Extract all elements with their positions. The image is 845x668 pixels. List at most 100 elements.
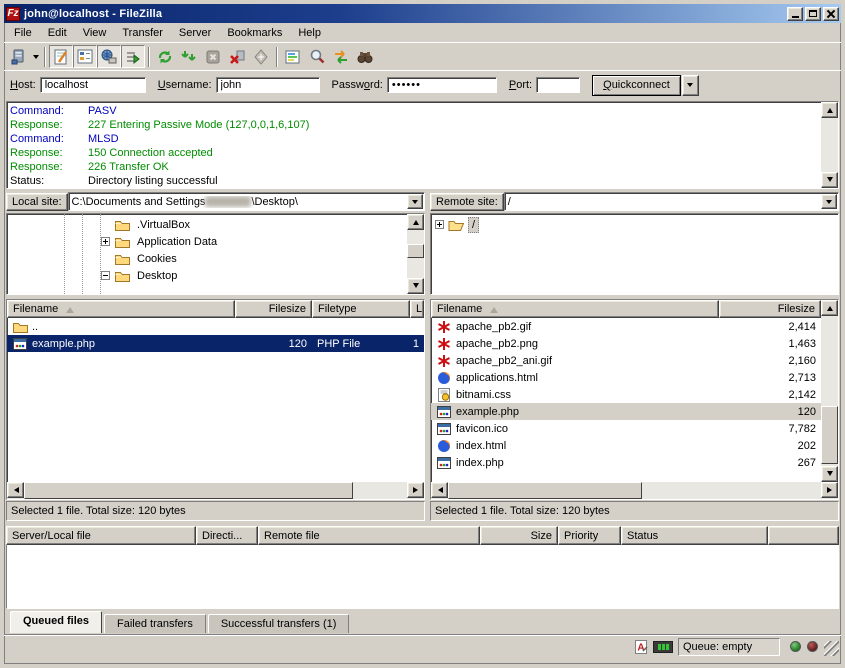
column-header-remote-file[interactable]: Remote file xyxy=(258,526,480,545)
column-header-filename[interactable]: Filename xyxy=(431,300,719,318)
ascii-letter: A xyxy=(637,642,644,653)
host-input[interactable] xyxy=(40,77,146,93)
expand-plus-icon[interactable] xyxy=(435,220,444,229)
column-header-priority[interactable]: Priority xyxy=(558,526,621,545)
file-row[interactable]: favicon.ico 7,782 xyxy=(431,420,821,437)
tree-guide xyxy=(82,214,83,294)
transfer-type-indicator-icon[interactable]: A xyxy=(632,639,650,655)
find-files-button[interactable] xyxy=(353,45,377,68)
username-input[interactable] xyxy=(216,77,320,93)
scroll-thumb[interactable] xyxy=(407,244,424,258)
scroll-up-button[interactable] xyxy=(821,102,838,118)
reconnect-button[interactable] xyxy=(249,45,273,68)
menu-view[interactable]: View xyxy=(75,25,115,41)
file-row[interactable]: apache_pb2.gif 2,414 xyxy=(431,318,821,335)
menu-edit[interactable]: Edit xyxy=(40,25,75,41)
column-header-direction[interactable]: Directi... xyxy=(196,526,258,545)
file-row[interactable]: apache_pb2_ani.gif 2,160 xyxy=(431,352,821,369)
port-input[interactable] xyxy=(536,77,580,93)
scroll-thumb[interactable] xyxy=(821,406,838,464)
file-row[interactable]: applications.html 2,713 xyxy=(431,369,821,386)
remote-list-scrollbar[interactable] xyxy=(821,300,838,482)
file-row-parent-dir[interactable]: .. xyxy=(7,318,424,335)
scroll-up-button[interactable] xyxy=(821,300,838,316)
process-queue-button[interactable] xyxy=(177,45,201,68)
tab-failed-transfers[interactable]: Failed transfers xyxy=(104,614,206,633)
tree-item-root[interactable]: / xyxy=(431,216,838,233)
scroll-thumb[interactable] xyxy=(24,482,353,499)
site-manager-dropdown[interactable] xyxy=(30,45,41,68)
html-file-icon xyxy=(436,371,452,385)
local-list-hscrollbar[interactable] xyxy=(7,482,424,499)
tree-item-application-data[interactable]: Application Data xyxy=(7,233,424,250)
quickconnect-button[interactable]: Quickconnect xyxy=(592,75,681,96)
tab-queued-files[interactable]: Queued files xyxy=(10,611,102,633)
scroll-left-button[interactable] xyxy=(431,482,448,498)
local-directory-tree[interactable]: .VirtualBox Application Data Cookies xyxy=(6,213,425,295)
scroll-down-button[interactable] xyxy=(821,172,838,188)
file-row-example-php[interactable]: example.php 120 xyxy=(431,403,821,420)
log-scrollbar[interactable] xyxy=(821,102,838,188)
column-header-filename[interactable]: Filename xyxy=(7,300,235,318)
file-row[interactable]: index.html 202 xyxy=(431,437,821,454)
column-header-filetype[interactable]: Filetype xyxy=(312,300,410,318)
toggle-remote-tree-button[interactable] xyxy=(97,45,121,68)
remote-directory-tree[interactable]: / xyxy=(430,213,839,295)
file-row[interactable]: bitnami.css 2,142 xyxy=(431,386,821,403)
collapse-minus-icon[interactable] xyxy=(101,271,110,280)
tree-item-cookies[interactable]: Cookies xyxy=(7,250,424,267)
file-row[interactable]: apache_pb2.png 1,463 xyxy=(431,335,821,352)
remote-list-hscrollbar[interactable] xyxy=(431,482,838,499)
remote-list-body[interactable]: apache_pb2.gif 2,414 apache_pb2.png 1,46… xyxy=(431,318,821,482)
expand-plus-icon[interactable] xyxy=(101,237,110,246)
remote-site-combo[interactable]: / xyxy=(504,192,839,211)
tab-successful-transfers[interactable]: Successful transfers (1) xyxy=(208,614,350,633)
speed-limit-indicator-icon[interactable] xyxy=(653,641,673,653)
local-site-dropdown[interactable] xyxy=(407,194,423,209)
quickconnect-dropdown[interactable] xyxy=(682,75,699,96)
column-header-status[interactable]: Status xyxy=(621,526,768,545)
refresh-button[interactable] xyxy=(153,45,177,68)
tree-item-desktop[interactable]: Desktop xyxy=(7,267,424,284)
file-row-example-php[interactable]: example.php 120 PHP File 1 xyxy=(7,335,424,352)
menu-file[interactable]: File xyxy=(6,25,40,41)
disconnect-button[interactable] xyxy=(225,45,249,68)
scroll-right-button[interactable] xyxy=(821,482,838,498)
local-list-body[interactable]: .. example.php 120 PHP File 1 xyxy=(7,318,424,482)
cancel-operation-button[interactable] xyxy=(201,45,225,68)
local-tree-scrollbar[interactable] xyxy=(407,214,424,294)
menu-bookmarks[interactable]: Bookmarks xyxy=(219,25,290,41)
toggle-message-log-button[interactable] xyxy=(49,45,73,68)
menu-server[interactable]: Server xyxy=(171,25,219,41)
close-button[interactable] xyxy=(823,7,839,21)
directory-comparison-button[interactable] xyxy=(281,45,305,68)
scroll-down-button[interactable] xyxy=(407,278,424,294)
column-header-lastmodified[interactable]: L xyxy=(410,300,424,318)
password-input[interactable] xyxy=(387,77,497,93)
filename-filters-button[interactable] xyxy=(305,45,329,68)
remote-site-label: Remote site: xyxy=(430,193,504,211)
column-header-filesize[interactable]: Filesize xyxy=(719,300,821,318)
remote-site-dropdown[interactable] xyxy=(821,194,837,209)
tree-item-virtualbox[interactable]: .VirtualBox xyxy=(7,216,424,233)
menu-transfer[interactable]: Transfer xyxy=(114,25,171,41)
scroll-thumb[interactable] xyxy=(448,482,642,499)
column-header-size[interactable]: Size xyxy=(480,526,558,545)
menu-help[interactable]: Help xyxy=(290,25,329,41)
local-site-combo[interactable]: C:\Documents and Settings\Desktop\ xyxy=(68,192,425,211)
column-header-filesize[interactable]: Filesize xyxy=(235,300,312,318)
column-header-server-local-file[interactable]: Server/Local file xyxy=(6,526,196,545)
file-row[interactable]: index.php 267 xyxy=(431,454,821,471)
queue-list-body[interactable] xyxy=(6,545,839,609)
resize-grip[interactable] xyxy=(824,641,839,656)
scroll-left-button[interactable] xyxy=(7,482,24,498)
toggle-local-tree-button[interactable] xyxy=(73,45,97,68)
scroll-up-button[interactable] xyxy=(407,214,424,230)
scroll-down-button[interactable] xyxy=(821,466,838,482)
maximize-button[interactable] xyxy=(805,7,821,21)
minimize-button[interactable] xyxy=(787,7,803,21)
toggle-queue-button[interactable] xyxy=(121,45,145,68)
site-manager-button[interactable] xyxy=(6,45,30,68)
synchronized-browsing-button[interactable] xyxy=(329,45,353,68)
scroll-right-button[interactable] xyxy=(407,482,424,498)
